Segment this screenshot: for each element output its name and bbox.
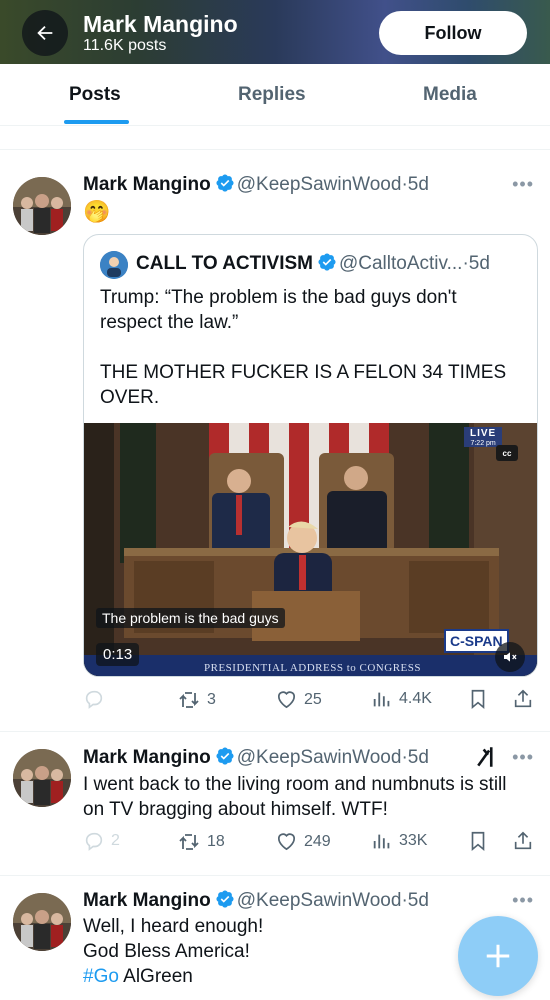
tweet-time[interactable]: 5d — [408, 747, 429, 768]
reply-button[interactable] — [83, 688, 111, 710]
verified-badge-icon — [318, 253, 336, 271]
video-banner: PRESIDENTIAL ADDRESS to CONGRESS — [204, 662, 421, 674]
mute-icon — [504, 652, 517, 662]
quote-time[interactable]: 5d — [469, 253, 490, 274]
repost-count: 3 — [207, 691, 216, 708]
section-divider — [0, 128, 550, 150]
tweet-header: Mark Mangino @KeepSawinWood·5d — [83, 746, 429, 769]
views-icon — [373, 692, 390, 707]
quote-header: CALL TO ACTIVISM @CalltoActiv...·5d — [136, 252, 490, 275]
tweet-header: Mark Mangino @KeepSawinWood·5d — [83, 889, 429, 912]
profile-tabs: Posts Replies Media — [0, 64, 550, 126]
share-icon — [514, 689, 532, 708]
view-count: 4.4K — [399, 690, 432, 707]
share-button[interactable] — [512, 688, 534, 710]
grok-icon[interactable] — [475, 744, 501, 775]
repost-icon — [179, 834, 199, 850]
tweet-time[interactable]: 5d — [408, 174, 429, 195]
tweet-actions: 3 25 4.4K — [83, 688, 538, 714]
tweet-text-tail: AlGreen — [118, 966, 193, 987]
quote-text-line: THE MOTHER FUCKER IS A FELON 34 TIMES OV… — [100, 362, 507, 408]
compose-button[interactable] — [458, 916, 538, 996]
bookmark-button[interactable] — [467, 688, 489, 710]
quote-author-handle[interactable]: @CalltoActiv... — [339, 253, 462, 274]
author-name[interactable]: Mark Mangino — [83, 890, 211, 911]
video-caption: The problem is the bad guys — [96, 608, 285, 628]
author-name[interactable]: Mark Mangino — [83, 174, 211, 195]
tweet-text: 🤭 — [83, 199, 111, 224]
reply-icon — [85, 690, 103, 709]
author-handle[interactable]: @KeepSawinWood — [237, 174, 402, 195]
like-icon — [277, 691, 296, 709]
tweet-text-line: Well, I heard enough! — [83, 916, 264, 937]
reply-icon — [85, 832, 103, 851]
verified-badge-icon — [216, 747, 234, 765]
author-handle[interactable]: @KeepSawinWood — [237, 747, 402, 768]
reply-button[interactable]: 2 — [83, 830, 120, 852]
more-icon[interactable]: ••• — [512, 174, 534, 195]
quote-text-line: Trump: “The problem is the bad guys don'… — [100, 287, 457, 333]
mute-button[interactable] — [495, 642, 525, 672]
quote-author-name[interactable]: CALL TO ACTIVISM — [136, 253, 313, 274]
bookmark-icon — [471, 831, 485, 852]
live-indicator: LIVE 7:22 pm — [464, 427, 503, 447]
reply-count: 2 — [111, 832, 120, 849]
bookmark-button[interactable] — [467, 830, 489, 852]
posts-count: 11.6K posts — [83, 37, 167, 54]
follow-button[interactable]: Follow — [379, 11, 527, 55]
bookmark-icon — [471, 689, 485, 710]
tweet-actions: 2 18 249 33K — [83, 830, 538, 856]
verified-badge-icon — [216, 174, 234, 192]
back-arrow-icon — [37, 25, 53, 41]
active-tab-indicator — [64, 120, 129, 124]
cc-icon[interactable]: cc — [496, 445, 518, 461]
share-button[interactable] — [512, 830, 534, 852]
quoted-tweet[interactable]: CALL TO ACTIVISM @CalltoActiv...·5d Trump… — [83, 234, 538, 677]
tweet-text: I went back to the living room and numbn… — [83, 774, 507, 820]
like-icon — [277, 833, 296, 851]
tweet[interactable]: Mark Mangino @KeepSawinWood·5d ••• 🤭 CALL… — [0, 150, 550, 732]
like-button[interactable]: 25 — [275, 688, 322, 711]
quote-avatar[interactable] — [100, 251, 128, 279]
views-button[interactable]: 33K — [371, 830, 427, 852]
tweet-header: Mark Mangino @KeepSawinWood·5d — [83, 173, 429, 196]
avatar[interactable] — [13, 177, 71, 235]
quote-text: Trump: “The problem is the bad guys don'… — [100, 285, 520, 410]
view-count: 33K — [399, 832, 428, 849]
tweet-text: Well, I heard enough! God Bless America!… — [83, 914, 443, 989]
views-icon — [373, 834, 390, 849]
profile-name: Mark Mangino — [83, 11, 238, 37]
author-handle[interactable]: @KeepSawinWood — [237, 890, 402, 911]
more-icon[interactable]: ••• — [512, 747, 534, 768]
tab-replies[interactable]: Replies — [238, 84, 306, 106]
live-label: LIVE — [464, 427, 503, 440]
tweet[interactable]: Mark Mangino @KeepSawinWood·5d ••• I went… — [0, 732, 550, 876]
share-icon — [514, 831, 532, 850]
like-button[interactable]: 249 — [275, 830, 331, 853]
repost-button[interactable]: 3 — [177, 688, 216, 712]
author-name[interactable]: Mark Mangino — [83, 747, 211, 768]
repost-icon — [179, 692, 199, 708]
tab-posts[interactable]: Posts — [69, 84, 121, 106]
tab-media[interactable]: Media — [423, 84, 477, 106]
avatar[interactable] — [13, 749, 71, 807]
video-player[interactable]: LIVE 7:22 pm cc The problem is the bad g… — [84, 423, 537, 676]
compose-icon — [486, 944, 510, 968]
avatar[interactable] — [13, 893, 71, 951]
like-count: 25 — [304, 690, 322, 708]
repost-count: 18 — [207, 833, 225, 850]
back-button[interactable] — [22, 10, 68, 56]
verified-badge-icon — [216, 890, 234, 908]
tweet-text-line: God Bless America! — [83, 941, 250, 962]
more-icon[interactable]: ••• — [512, 890, 534, 911]
profile-header: Mark Mangino 11.6K posts Follow — [0, 0, 550, 64]
hashtag-link[interactable]: #Go — [83, 966, 119, 987]
views-button[interactable]: 4.4K — [371, 688, 432, 710]
tweet-time[interactable]: 5d — [408, 890, 429, 911]
tweet-text-line: #Go AlGreen — [83, 964, 443, 989]
video-duration: 0:13 — [96, 643, 140, 666]
like-count: 249 — [304, 832, 331, 850]
repost-button[interactable]: 18 — [177, 830, 225, 854]
